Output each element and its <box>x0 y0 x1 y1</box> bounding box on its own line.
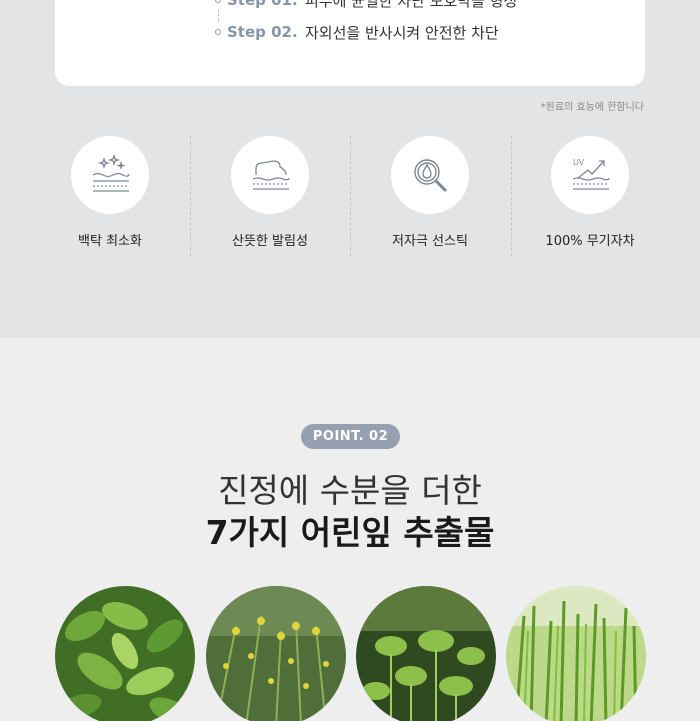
feature-item: 산뜻한 발림성 <box>190 136 350 256</box>
sparkle-skin-icon <box>92 153 130 192</box>
feature-item: 백탁 최소화 <box>30 136 190 256</box>
feature-label: 산뜻한 발림성 <box>232 234 308 249</box>
step-row-2: Step 02. 자외선을 반사시켜 안전한 차단 <box>215 20 499 44</box>
point-badge: POINT. 02 <box>301 424 400 449</box>
feature-label: 백탁 최소화 <box>78 234 142 249</box>
step-label-2: Step 02. <box>227 23 298 41</box>
step-row-1: Step 01. 피부에 균일한 차단 보호막을 형성 <box>215 0 517 12</box>
step-text-1: 피부에 균일한 차단 보호막을 형성 <box>305 0 518 10</box>
steps-card: Step 01. 피부에 균일한 차단 보호막을 형성 Step 02. 자외선… <box>55 0 645 86</box>
feature-icon-circle: UV <box>551 136 629 214</box>
feature-list: 백탁 최소화 산뜻한 발림성 저자극 선스틱 UV 100% 무기자차 <box>30 136 670 256</box>
feature-label: 저자극 선스틱 <box>392 234 468 249</box>
step-dot-icon <box>215 29 221 35</box>
feature-icon-circle <box>391 136 469 214</box>
feature-icon-circle <box>71 136 149 214</box>
feature-icon-circle <box>231 136 309 214</box>
cream-spread-icon <box>252 160 290 190</box>
plant-image-green-leaves <box>55 586 195 721</box>
step-dot-icon <box>215 0 221 3</box>
step-text-2: 자외선을 반사시켜 안전한 차단 <box>305 23 499 42</box>
headline-line-1: 진정에 수분을 더한 <box>218 471 482 510</box>
feature-divider <box>190 136 191 256</box>
footnote: *원료의 효능에 한함니다 <box>540 102 644 113</box>
plant-image-round-sprouts <box>356 586 496 721</box>
drop-magnifier-icon <box>414 159 448 193</box>
features-section: Step 01. 피부에 균일한 차단 보호막을 형성 Step 02. 자외선… <box>0 0 700 338</box>
feature-divider <box>350 136 351 256</box>
feature-item: UV 100% 무기자차 <box>510 136 670 256</box>
svg-text:UV: UV <box>573 158 585 167</box>
uv-block-icon: UV <box>572 158 610 190</box>
point-section: POINT. 02 진정에 수분을 더한 7가지 어린잎 추출물 <box>0 338 700 721</box>
plant-image-yellow-flowers <box>206 586 346 721</box>
step-label-1: Step 01. <box>227 0 298 9</box>
feature-label: 100% 무기자차 <box>545 234 635 249</box>
feature-divider <box>511 136 512 256</box>
headline-line-2: 7가지 어린잎 추출물 <box>205 513 495 552</box>
feature-item: 저자극 선스틱 <box>350 136 510 256</box>
plant-image-grass-blades <box>506 586 646 721</box>
